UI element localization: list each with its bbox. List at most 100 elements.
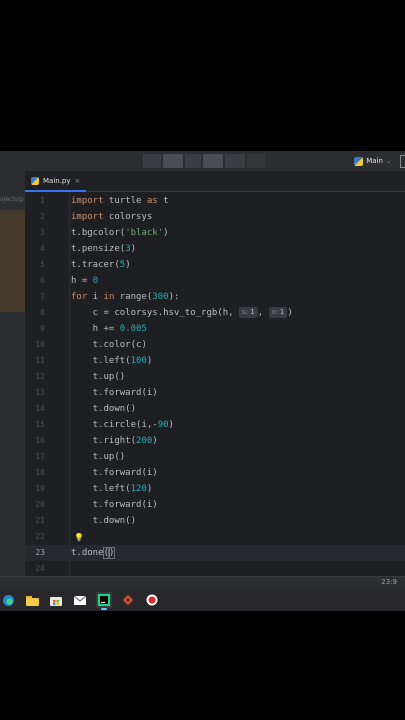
line-number: 3 [40, 228, 45, 237]
toolbar-button[interactable] [247, 154, 265, 168]
run-configuration-label: Main [366, 157, 383, 165]
main-toolbar: Main ⌄ [0, 151, 405, 171]
line-number: 9 [40, 324, 45, 333]
line-number: 11 [35, 356, 45, 365]
windows-taskbar [0, 589, 405, 611]
code-line: 20 t.forward(i) [25, 497, 405, 513]
line-number: 5 [40, 260, 45, 269]
code-line: 24 [25, 561, 405, 577]
line-number: 12 [35, 372, 45, 381]
caret-position[interactable]: 23:9 [381, 578, 397, 586]
code-text: t.forward(i) [71, 468, 158, 478]
code-line: 21 t.down() [25, 513, 405, 529]
code-line: 4 t.pensize(3) [25, 241, 405, 257]
code-text: t.up() [71, 372, 126, 382]
chevron-down-icon: ⌄ [385, 157, 391, 165]
line-number: 20 [35, 500, 45, 509]
line-number: 7 [40, 292, 45, 301]
code-text: t.color(c) [71, 340, 147, 350]
code-text: for i in range(300): [71, 292, 180, 302]
code-text: t.left(120) [71, 484, 153, 494]
line-number: 16 [35, 436, 45, 445]
file-explorer-icon[interactable] [24, 592, 40, 608]
line-number: 23 [35, 548, 45, 557]
code-text: t.up() [71, 452, 126, 462]
store-icon[interactable] [48, 592, 64, 608]
code-line: 3 t.bgcolor('black') [25, 225, 405, 241]
project-selection-highlight [0, 210, 25, 312]
code-text: t.bgcolor('black') [71, 228, 169, 238]
line-number: 6 [40, 276, 45, 285]
pycharm-icon[interactable] [96, 592, 112, 610]
line-number: 21 [35, 516, 45, 525]
toolbar-button[interactable] [185, 154, 201, 168]
python-file-icon [31, 176, 39, 185]
code-line: 6 h = 0 [25, 273, 405, 289]
code-line: 2 import colorsys [25, 209, 405, 225]
code-text: t.left(100) [71, 356, 153, 366]
edge-icon[interactable] [0, 592, 16, 608]
code-line: 7 for i in range(300): [25, 289, 405, 305]
line-number: 19 [35, 484, 45, 493]
code-line: 13 t.forward(i) [25, 385, 405, 401]
project-path-label: ojects/p [0, 196, 24, 203]
code-line: 22 💡 [25, 529, 405, 545]
python-icon [354, 156, 364, 166]
code-line: 19 t.left(120) [25, 481, 405, 497]
code-editor[interactable]: 1 import turtle as t 2 import colorsys 3… [25, 193, 405, 576]
code-text: t.down() [71, 516, 137, 526]
code-line: 14 t.down() [25, 401, 405, 417]
code-text: import turtle as t [71, 196, 169, 206]
tab-main-py[interactable]: Main.py × [25, 171, 87, 192]
toolbar-button[interactable] [203, 154, 223, 168]
code-text: t.forward(i) [71, 388, 158, 398]
tab-filename: Main.py [43, 176, 71, 185]
line-number: 8 [40, 308, 45, 317]
line-number: 14 [35, 404, 45, 413]
run-configuration-selector[interactable]: Main ⌄ [354, 154, 391, 168]
ide-window: Main ⌄ ojects/p Main.py × 1 import turtl… [0, 151, 405, 611]
line-number: 18 [35, 468, 45, 477]
lightbulb-icon[interactable]: 💡 [74, 530, 84, 546]
code-line: 8 c = colorsys.hsv_to_rgb(h, s: 1, v: 1) [25, 305, 405, 321]
editor-tab-bar: Main.py × [25, 171, 405, 192]
parameter-hint: s: 1 [238, 307, 258, 318]
line-number: 10 [35, 340, 45, 349]
code-text: t.circle(i,-90) [71, 420, 174, 430]
line-number: 13 [35, 388, 45, 397]
code-text: import colorsys [71, 212, 153, 222]
parameter-hint: v: 1 [268, 307, 288, 318]
code-line: 17 t.up() [25, 449, 405, 465]
toolbar-edge-button[interactable] [400, 155, 405, 168]
code-line: 12 t.up() [25, 369, 405, 385]
code-text: c = colorsys.hsv_to_rgb(h, s: 1, v: 1) [71, 307, 293, 318]
line-number: 15 [35, 420, 45, 429]
code-text: h = 0 [71, 276, 99, 286]
code-text: t.tracer(5) [71, 260, 131, 270]
code-text: t.done() [71, 547, 116, 559]
code-line: 16 t.right(200) [25, 433, 405, 449]
line-number: 4 [40, 244, 45, 253]
project-panel: ojects/p [0, 171, 25, 591]
toolbar-button[interactable] [143, 154, 161, 168]
status-bar: 23:9 [0, 576, 405, 590]
line-number: 17 [35, 452, 45, 461]
line-number: 24 [35, 564, 45, 573]
code-line: 10 t.color(c) [25, 337, 405, 353]
code-line: 18 t.forward(i) [25, 465, 405, 481]
line-number: 1 [40, 196, 45, 205]
toolbar-button[interactable] [163, 154, 183, 168]
line-number: 22 [35, 532, 45, 541]
code-text: h += 0.005 [71, 324, 147, 334]
mail-icon[interactable] [72, 592, 88, 608]
line-number: 2 [40, 212, 45, 221]
code-text: t.right(200) [71, 436, 158, 446]
code-line: 1 import turtle as t [25, 193, 405, 209]
code-text: t.forward(i) [71, 500, 158, 510]
app-icon[interactable] [120, 592, 136, 608]
code-line: 11 t.left(100) [25, 353, 405, 369]
toolbar-button[interactable] [225, 154, 245, 168]
code-line: 5 t.tracer(5) [25, 257, 405, 273]
record-icon[interactable] [144, 592, 160, 608]
close-icon[interactable]: × [75, 177, 81, 185]
